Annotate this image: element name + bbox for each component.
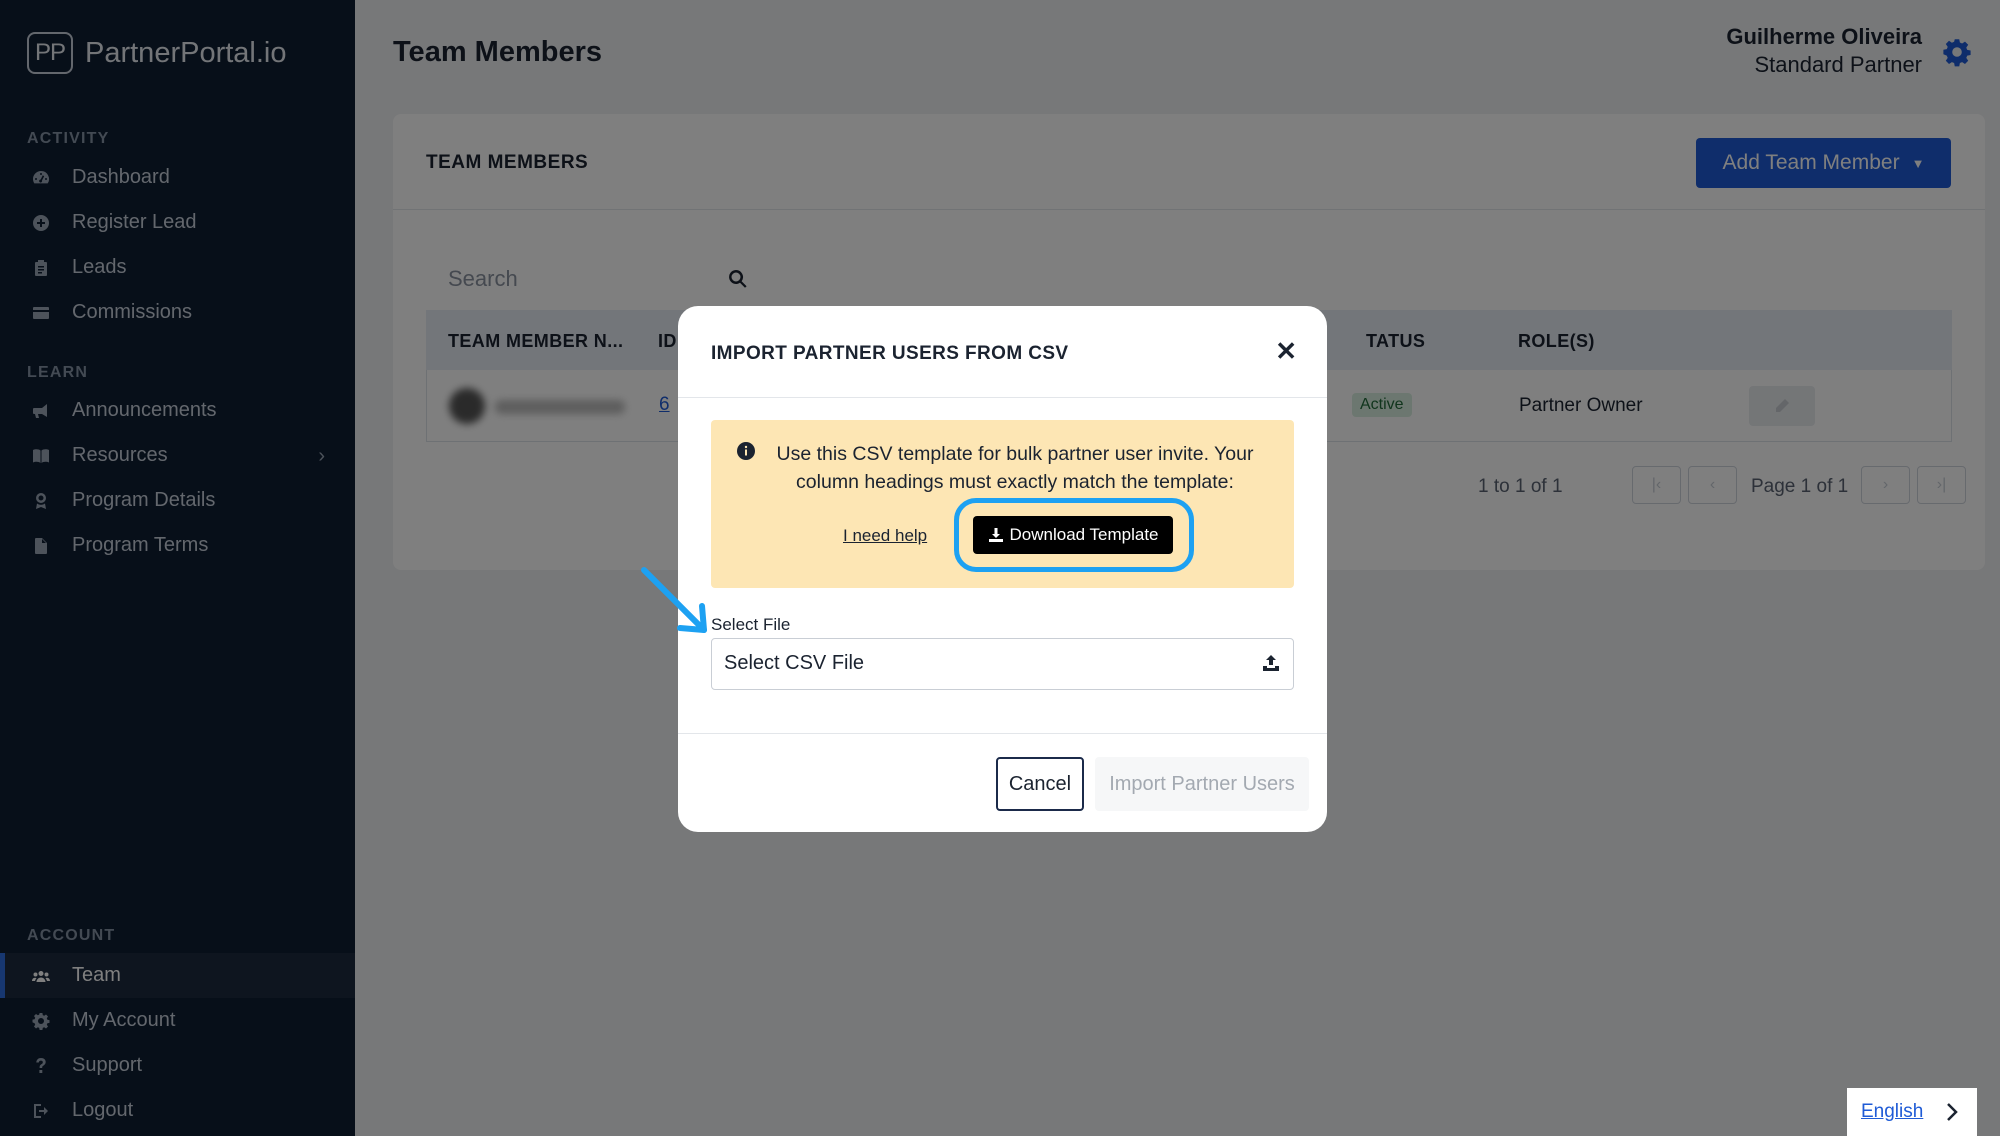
close-icon[interactable]: ✕: [1275, 338, 1297, 364]
info-icon: [736, 441, 756, 461]
annotation-arrow-icon: [641, 567, 707, 633]
language-label: English: [1861, 1101, 1924, 1122]
modal-title: IMPORT PARTNER USERS FROM CSV: [711, 343, 1069, 364]
upload-icon: [1261, 653, 1283, 675]
notice-text: Use this CSV template for bulk partner u…: [776, 443, 1254, 493]
file-placeholder: Select CSV File: [724, 652, 865, 674]
download-template-button[interactable]: Download Template: [973, 516, 1173, 554]
modal-header: IMPORT PARTNER USERS FROM CSV ✕: [678, 306, 1327, 398]
file-label: Select File: [711, 615, 791, 634]
csv-file-input[interactable]: Select CSV File: [711, 638, 1294, 690]
cancel-button[interactable]: Cancel: [996, 757, 1084, 811]
download-template-label: Download Template: [1009, 525, 1159, 544]
import-csv-modal: IMPORT PARTNER USERS FROM CSV ✕ Use this…: [678, 306, 1327, 832]
import-partner-users-button[interactable]: Import Partner Users: [1095, 757, 1309, 811]
download-icon: [988, 528, 1003, 542]
help-link[interactable]: I need help: [843, 526, 927, 546]
language-selector[interactable]: English: [1847, 1088, 1977, 1136]
template-notice: Use this CSV template for bulk partner u…: [711, 420, 1294, 588]
chevron-right-icon: [1947, 1103, 1958, 1121]
